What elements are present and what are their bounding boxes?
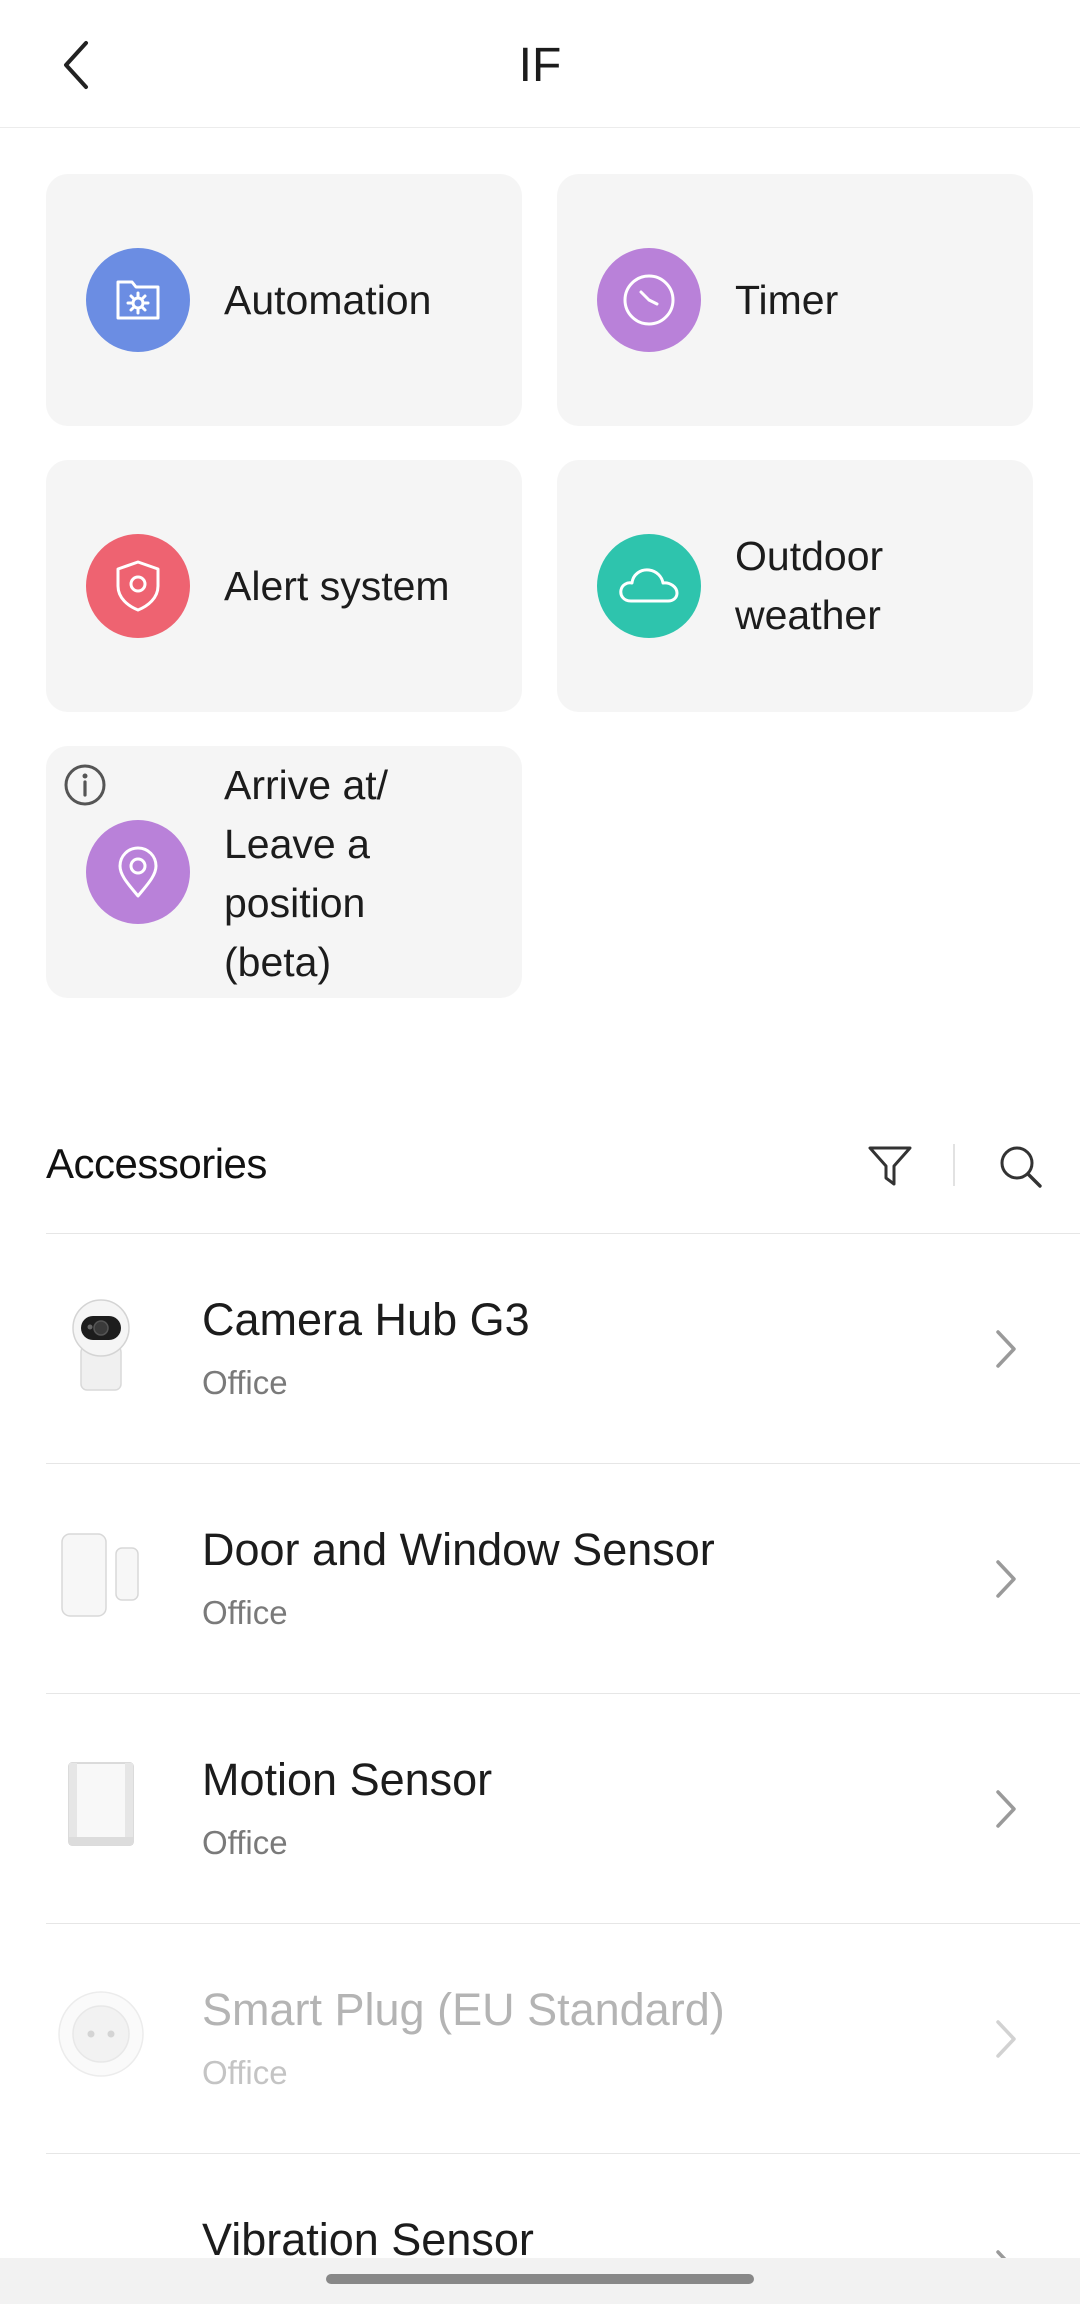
- smart-plug-thumbnail: [46, 1979, 156, 2089]
- motion-sensor-thumbnail: [46, 1749, 156, 1859]
- condition-card-alert-system[interactable]: Alert system: [46, 460, 522, 712]
- accessory-room: Office: [202, 1594, 288, 1631]
- top-bar: IF: [0, 0, 1080, 128]
- chevron-right-icon: [986, 1549, 1026, 1609]
- condition-card-outdoor-weather[interactable]: Outdoor weather: [557, 460, 1033, 712]
- accessory-room: Office: [202, 1364, 288, 1401]
- chevron-right-icon: [986, 1779, 1026, 1839]
- camera-hub-thumbnail: [46, 1289, 156, 1399]
- condition-card-automation[interactable]: Automation: [46, 174, 522, 426]
- accessory-name: Motion Sensor: [202, 1754, 493, 1805]
- search-button[interactable]: [990, 1136, 1050, 1196]
- condition-card-timer[interactable]: Timer: [557, 174, 1033, 426]
- filter-icon: [868, 1146, 912, 1186]
- filter-button[interactable]: [860, 1136, 920, 1196]
- accessory-room: Office: [202, 1824, 288, 1861]
- accessory-name: Door and Window Sensor: [202, 1524, 715, 1575]
- accessory-room: Office: [202, 2054, 288, 2091]
- page-title: IF: [518, 39, 562, 92]
- shield-icon: [86, 534, 190, 638]
- search-icon: [1000, 1146, 1042, 1188]
- accessory-name: Camera Hub G3: [202, 1294, 530, 1345]
- door-window-sensor-thumbnail: [46, 1519, 156, 1629]
- cloud-icon: [597, 534, 701, 638]
- home-indicator[interactable]: [326, 2274, 754, 2284]
- chevron-right-icon: [986, 2009, 1026, 2069]
- location-pin-icon: [86, 820, 190, 924]
- accessory-row-motion-sensor[interactable]: Motion Sensor Office: [46, 1694, 1080, 1924]
- condition-card-arrive-leave-position[interactable]: Arrive at/ Leave a position (beta): [46, 746, 522, 998]
- info-icon[interactable]: [62, 762, 108, 808]
- accessory-row-door-window-sensor[interactable]: Door and Window Sensor Office: [46, 1464, 1080, 1694]
- accessory-row-smart-plug[interactable]: Smart Plug (EU Standard) Office: [46, 1924, 1080, 2154]
- accessory-name: Smart Plug (EU Standard): [202, 1984, 725, 2035]
- condition-label: Timer: [735, 277, 839, 323]
- condition-label: Outdoor weather: [735, 533, 884, 638]
- clock-icon: [597, 248, 701, 352]
- accessories-heading: Accessories: [46, 1140, 267, 1187]
- condition-label: Alert system: [224, 563, 450, 609]
- accessory-row-camera-hub-g3[interactable]: Camera Hub G3 Office: [46, 1234, 1080, 1464]
- automation-icon: [86, 248, 190, 352]
- chevron-right-icon: [986, 1319, 1026, 1379]
- condition-label: Arrive at/ Leave a position (beta): [224, 762, 389, 985]
- condition-label: Automation: [224, 277, 432, 323]
- toolbar-divider: [953, 1144, 955, 1186]
